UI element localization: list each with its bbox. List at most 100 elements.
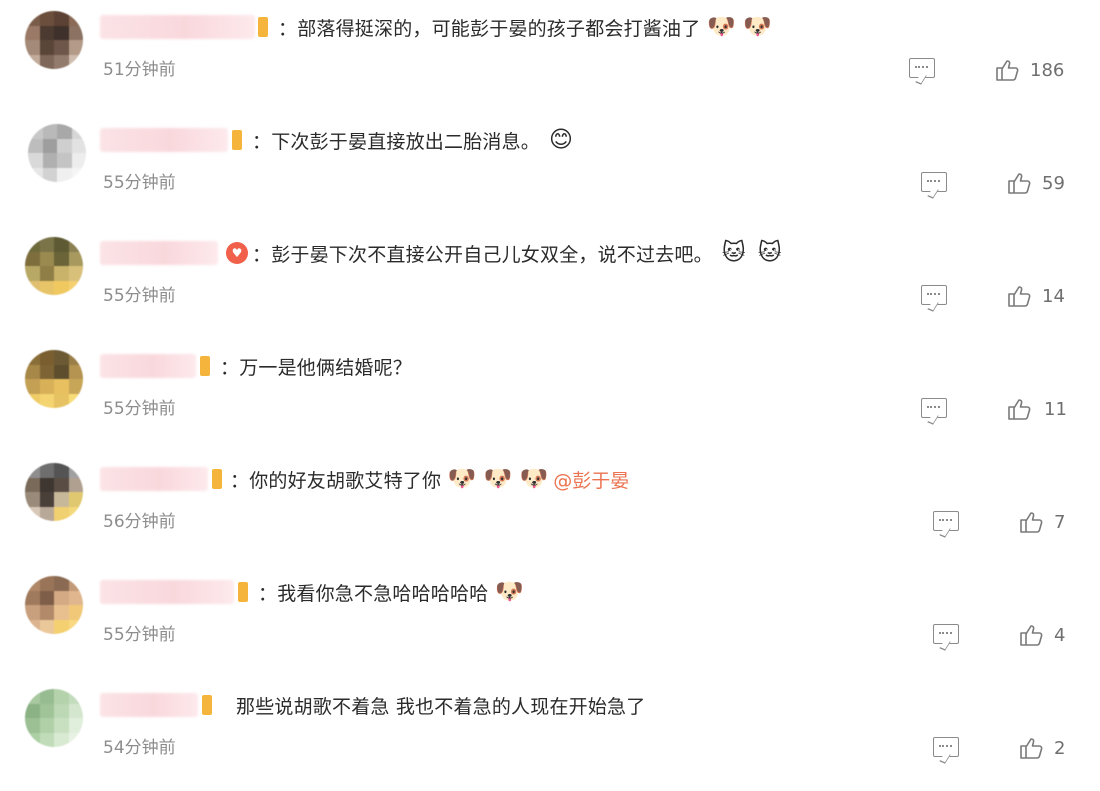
- comment-time: 54分钟前: [103, 738, 176, 758]
- reply-icon[interactable]: [933, 737, 959, 757]
- username-blurred[interactable]: [100, 693, 198, 717]
- avatar[interactable]: [25, 350, 83, 408]
- avatar-mosaic-cell: [68, 237, 83, 252]
- avatar-mosaic-cell: [39, 605, 54, 620]
- avatar[interactable]: [25, 463, 83, 521]
- avatar[interactable]: [25, 237, 83, 295]
- username-blurred[interactable]: [100, 354, 196, 378]
- comment-text-line: ：万一是他俩结婚呢？: [220, 351, 412, 381]
- comment-item: ：部落得挺深的，可能彭于晏的孩子都会打酱油了 🐶 🐶 51分钟前 186: [0, 0, 1100, 113]
- avatar[interactable]: [25, 689, 83, 747]
- username-blurred[interactable]: [100, 15, 255, 39]
- user-badge-icon: [238, 582, 248, 602]
- username-blurred[interactable]: [100, 128, 228, 152]
- thumbs-up-icon[interactable]: [996, 59, 1020, 81]
- avatar-mosaic-cell: [71, 138, 86, 153]
- avatar-mosaic-cell: [68, 350, 83, 365]
- reply-icon[interactable]: [921, 172, 947, 192]
- avatar-mosaic-cell: [39, 689, 54, 704]
- doge-emoji-icon: 🐶: [495, 579, 524, 605]
- reply-icon[interactable]: [933, 624, 959, 644]
- username-blurred[interactable]: [100, 580, 234, 604]
- avatar-mosaic-cell: [68, 703, 83, 718]
- avatar-mosaic-cell: [54, 689, 69, 704]
- avatar-mosaic-cell: [25, 718, 40, 733]
- avatar-mosaic-cell: [71, 153, 86, 168]
- reply-icon[interactable]: [933, 511, 959, 531]
- thumbs-up-icon[interactable]: [1008, 285, 1032, 307]
- username-blurred[interactable]: [100, 467, 208, 491]
- avatar[interactable]: [25, 11, 83, 69]
- thumbs-up-icon[interactable]: [1008, 172, 1032, 194]
- user-badge-icon: [200, 356, 210, 376]
- reply-icon[interactable]: [921, 285, 947, 305]
- avatar-mosaic-cell: [42, 167, 57, 182]
- avatar-mosaic-cell: [39, 732, 54, 747]
- comment-time: 55分钟前: [103, 625, 176, 645]
- comment-item: ：你的好友胡歌艾特了你 🐶 🐶 🐶 @彭于晏 56分钟前 7: [0, 452, 1100, 565]
- avatar-mosaic-cell: [68, 11, 83, 26]
- avatar-mosaic-cell: [39, 280, 54, 295]
- comment-text: ：彭于晏下次不直接公开自己儿女双全，说不过去吧。: [252, 243, 713, 266]
- avatar-mosaic-cell: [42, 138, 57, 153]
- avatar-mosaic-cell: [25, 350, 40, 365]
- avatar-mosaic-cell: [68, 576, 83, 591]
- avatar-mosaic-cell: [68, 280, 83, 295]
- avatar-mosaic-cell: [39, 266, 54, 281]
- comment-text: ：部落得挺深的，可能彭于晏的孩子都会打酱油了: [278, 17, 701, 40]
- avatar-mosaic-cell: [57, 124, 72, 139]
- avatar-mosaic-cell: [39, 350, 54, 365]
- avatar-mosaic-cell: [68, 689, 83, 704]
- reply-icon[interactable]: [909, 58, 935, 78]
- comment-time: 56分钟前: [103, 512, 176, 532]
- avatar-mosaic-cell: [25, 54, 40, 69]
- comment-time: 51分钟前: [103, 60, 176, 80]
- avatar-mosaic-cell: [25, 732, 40, 747]
- avatar-mosaic-cell: [68, 393, 83, 408]
- thumbs-up-icon[interactable]: [1020, 737, 1044, 759]
- avatar-mosaic-cell: [25, 11, 40, 26]
- comment-item: ♥ ：彭于晏下次不直接公开自己儿女双全，说不过去吧。 🐱 🐱 55分钟前 14: [0, 226, 1100, 339]
- avatar-mosaic-cell: [54, 350, 69, 365]
- avatar[interactable]: [28, 124, 86, 182]
- avatar-mosaic-cell: [68, 492, 83, 507]
- comment-time: 55分钟前: [103, 286, 176, 306]
- user-badge-icon: [212, 469, 222, 489]
- avatar-mosaic-cell: [25, 266, 40, 281]
- thumbs-up-icon[interactable]: [1020, 624, 1044, 646]
- avatar-mosaic-cell: [25, 576, 40, 591]
- comment-text-line: ：下次彭于晏直接放出二胎消息。 😊: [252, 125, 576, 155]
- avatar-mosaic-cell: [68, 477, 83, 492]
- thumbs-up-icon[interactable]: [1008, 398, 1032, 420]
- username-blurred[interactable]: [100, 241, 218, 265]
- comment-text-line: ：彭于晏下次不直接公开自己儿女双全，说不过去吧。 🐱 🐱: [252, 238, 785, 268]
- reply-icon[interactable]: [921, 398, 947, 418]
- avatar-mosaic-cell: [39, 703, 54, 718]
- avatar-mosaic-cell: [68, 379, 83, 394]
- avatar-mosaic-cell: [57, 167, 72, 182]
- avatar-mosaic-cell: [68, 364, 83, 379]
- user-badge-icon: [202, 695, 212, 715]
- avatar-mosaic-cell: [25, 280, 40, 295]
- avatar[interactable]: [25, 576, 83, 634]
- like-count: 7: [1054, 512, 1066, 533]
- avatar-mosaic-cell: [54, 11, 69, 26]
- avatar-mosaic-cell: [54, 280, 69, 295]
- avatar-mosaic-cell: [54, 605, 69, 620]
- avatar-mosaic-cell: [39, 54, 54, 69]
- avatar-mosaic-cell: [25, 492, 40, 507]
- avatar-mosaic-cell: [54, 25, 69, 40]
- avatar-mosaic-cell: [71, 124, 86, 139]
- like-count: 4: [1054, 625, 1066, 646]
- avatar-mosaic-cell: [39, 506, 54, 521]
- avatar-mosaic-cell: [54, 393, 69, 408]
- avatar-mosaic-cell: [68, 54, 83, 69]
- mention-link[interactable]: @彭于晏: [553, 466, 629, 493]
- comment-text-line: 那些说胡歌不着急 我也不着急的人现在开始急了: [236, 690, 645, 720]
- avatar-mosaic-cell: [54, 492, 69, 507]
- avatar-mosaic-cell: [28, 124, 43, 139]
- user-badge-icon: [232, 130, 242, 150]
- avatar-mosaic-cell: [71, 167, 86, 182]
- thumbs-up-icon[interactable]: [1020, 511, 1044, 533]
- like-count: 59: [1042, 173, 1065, 194]
